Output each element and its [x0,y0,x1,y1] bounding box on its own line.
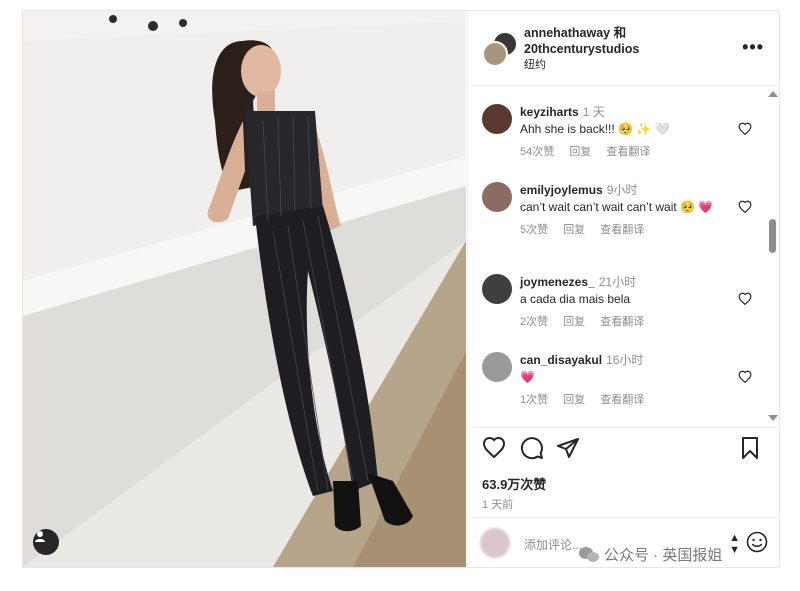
comment-likes[interactable]: 1次赞 [520,394,548,406]
comment-body: keyziharts 1 天 Ahh she is back!!! 🥺 ✨ 🤍 5… [520,104,740,161]
translate-button[interactable]: 查看翻译 [600,224,644,236]
comment-username[interactable]: emilyjoylemus [520,183,603,197]
avatar[interactable] [482,352,512,382]
comment-likes[interactable]: 54次赞 [520,146,554,158]
comment-likes[interactable]: 2次赞 [520,316,548,328]
comment-text: can’t wait can’t wait can’t wait 🥺 💗 [520,200,714,214]
wechat-logo-icon [579,546,599,562]
avatar[interactable] [482,274,512,304]
post-panel: annehathaway 和 20thcenturystudios 纽约 •••… [467,11,780,567]
avatar [482,41,508,67]
comment-text: 💗 [520,370,535,384]
scroll-up-icon[interactable] [768,91,778,97]
post-timestamp: 1 天前 [482,499,514,511]
comment-time: 21小时 [598,275,637,289]
likes-count[interactable]: 63.9万次赞 [482,474,546,493]
translate-button[interactable]: 查看翻译 [606,146,650,158]
comment-text: Ahh she is back!!! 🥺 ✨ 🤍 [520,122,670,136]
share-send-icon[interactable] [556,436,580,465]
sort-icon[interactable]: ▲ ▼ [729,532,740,556]
comment-body: joymenezes_ 21小时 a cada dia mais bela 2次赞… [520,274,740,331]
comment-meta: 54次赞 回复 查看翻译 [520,144,740,161]
watermark: 公众号 · 英国报姐 [578,544,722,565]
comment-body: emilyjoylemus 9小时 can’t wait can’t wait c… [520,182,740,239]
avatar [480,528,510,558]
heart-icon[interactable] [738,292,752,310]
comment-input[interactable]: 添加评论... [524,536,582,553]
user-tag-icon[interactable] [33,529,59,555]
comment-meta: 1次赞 回复 查看翻译 [520,392,740,409]
comment-username[interactable]: joymenezes_ [520,275,595,289]
reply-button[interactable]: 回复 [563,394,585,406]
post-authors: annehathaway 和 20thcenturystudios 纽约 [524,25,639,73]
heart-icon[interactable] [738,122,752,140]
comment-text: a cada dia mais bela [520,292,631,306]
reply-button[interactable]: 回复 [569,146,591,158]
heart-icon[interactable] [738,370,752,388]
comments-list: keyziharts 1 天 Ahh she is back!!! 🥺 ✨ 🤍 5… [468,86,780,426]
post-photo[interactable] [23,11,466,567]
reply-button[interactable]: 回复 [563,316,585,328]
bookmark-icon[interactable] [740,436,760,465]
collab-avatars[interactable] [482,31,518,67]
scrollbar-thumb[interactable] [769,219,776,253]
comment-likes[interactable]: 5次赞 [520,224,548,236]
avatar[interactable] [482,182,512,212]
scroll-down-icon[interactable] [768,415,778,421]
watermark-text: 公众号 · 英国报姐 [604,547,723,564]
post-header: annehathaway 和 20thcenturystudios 纽约 ••• [468,11,780,86]
comment-time: 9小时 [606,183,638,197]
comment-meta: 2次赞 回复 查看翻译 [520,314,740,331]
comment-body: can_disayakul 16小时 💗 1次赞 回复 查看翻译 [520,352,740,409]
author-line-2[interactable]: 20thcenturystudios [524,41,639,57]
like-heart-icon[interactable] [482,436,506,463]
heart-icon[interactable] [738,200,752,218]
post-dialog: annehathaway 和 20thcenturystudios 纽约 •••… [22,10,780,568]
comment-meta: 5次赞 回复 查看翻译 [520,222,740,239]
photo-illustration [23,11,466,567]
translate-button[interactable]: 查看翻译 [600,316,644,328]
reply-button[interactable]: 回复 [563,224,585,236]
translate-button[interactable]: 查看翻译 [600,394,644,406]
comment-username[interactable]: can_disayakul [520,353,602,367]
comment-time: 16小时 [606,353,644,367]
comments-scrollbar[interactable] [768,91,778,421]
avatar[interactable] [482,104,512,134]
location-label[interactable]: 纽约 [524,57,639,73]
emoji-icon[interactable] [746,531,768,558]
author-line-1[interactable]: annehathaway 和 [524,25,639,41]
post-actions: 63.9万次赞 1 天前 [468,427,780,518]
more-options-icon[interactable]: ••• [742,37,764,58]
comment-time: 1 天 [582,105,605,119]
comment-username[interactable]: keyziharts [520,105,579,119]
comment-bubble-icon[interactable] [520,436,544,465]
